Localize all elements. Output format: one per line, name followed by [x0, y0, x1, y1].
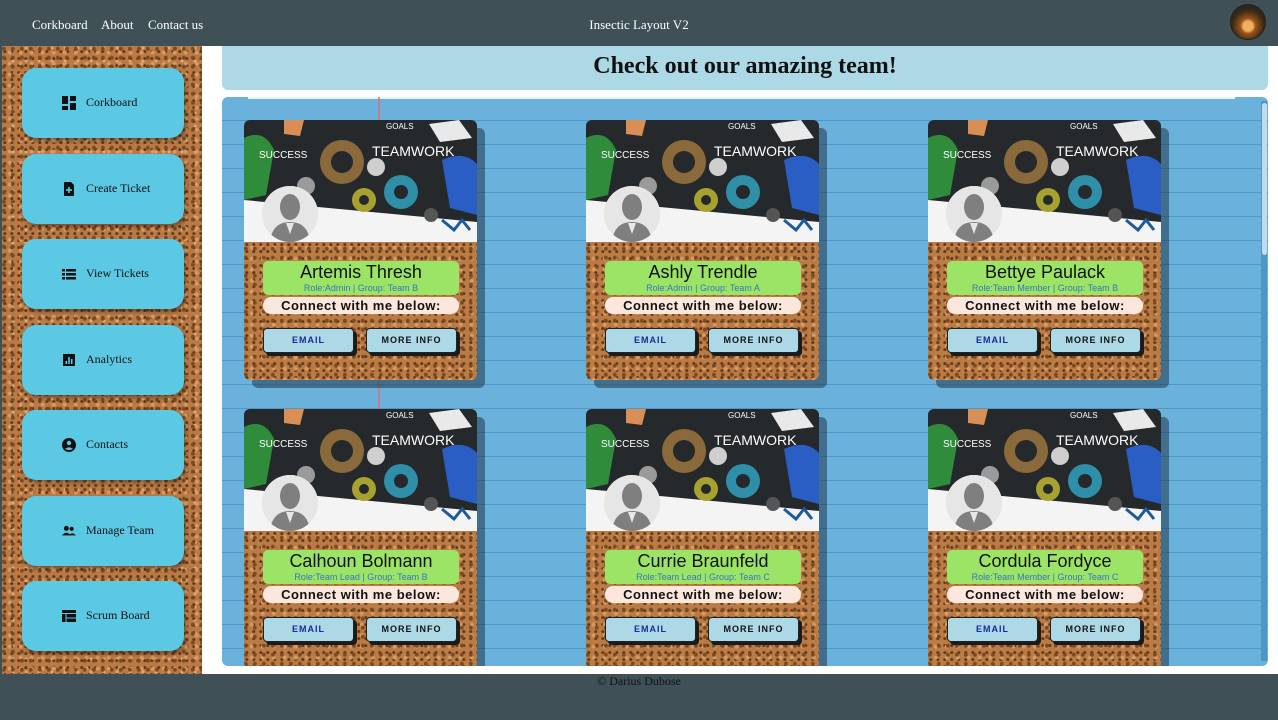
team-member-card: TEAMWORK SUCCESS GOALS Cordula Fordyce R… [928, 409, 1161, 666]
svg-text:SUCCESS: SUCCESS [601, 150, 650, 161]
sidebar-item-create-ticket[interactable]: Create Ticket [22, 154, 184, 224]
member-name-box: Artemis Thresh Role:Admin | Group: Team … [263, 261, 459, 295]
profile-picture [262, 475, 318, 531]
svg-text:TEAMWORK: TEAMWORK [372, 432, 455, 448]
connect-label: Connect with me below: [605, 297, 801, 314]
footer: © Darius Dubose [0, 674, 1278, 720]
more-info-button[interactable]: MORE INFO [366, 328, 457, 353]
member-role: Role:Admin | Group: Team A [646, 283, 760, 293]
team-member-card: TEAMWORK SUCCESS GOALS Artemis Thresh Ro… [244, 120, 477, 380]
people-icon [62, 525, 76, 536]
sidebar-item-view-tickets[interactable]: View Tickets [22, 239, 184, 309]
list-icon [62, 269, 76, 280]
profile-picture [262, 186, 318, 242]
file-add-icon [64, 182, 74, 196]
sidebar-item-manage-team[interactable]: Manage Team [22, 496, 184, 566]
svg-text:TEAMWORK: TEAMWORK [372, 143, 455, 159]
member-name: Artemis Thresh [300, 262, 422, 282]
sidebar-item-scrum-board[interactable]: Scrum Board [22, 581, 184, 651]
scrollbar-thumb[interactable] [1262, 103, 1267, 255]
member-role: Role:Admin | Group: Team B [303, 283, 419, 293]
profile-picture [946, 475, 1002, 531]
svg-text:TEAMWORK: TEAMWORK [1056, 143, 1139, 159]
svg-text:GOALS: GOALS [386, 411, 414, 420]
top-navbar: Corkboard About Contact us Insectic Layo… [0, 0, 1278, 46]
user-avatar[interactable] [1230, 4, 1266, 40]
email-button[interactable]: EMAIL [263, 328, 354, 353]
member-name-box: Currie Braunfeld Role:Team Lead | Group:… [605, 550, 801, 584]
team-member-card: TEAMWORK SUCCESS GOALS Currie Braunfeld … [586, 409, 819, 666]
svg-text:SUCCESS: SUCCESS [259, 439, 308, 450]
connect-label: Connect with me below: [947, 586, 1143, 603]
svg-text:TEAMWORK: TEAMWORK [714, 432, 797, 448]
more-info-button[interactable]: MORE INFO [1050, 617, 1141, 642]
email-button[interactable]: EMAIL [263, 617, 354, 642]
more-info-button[interactable]: MORE INFO [1050, 328, 1141, 353]
email-button[interactable]: EMAIL [605, 328, 696, 353]
member-name-box: Calhoun Bolmann Role:Team Lead | Group: … [263, 550, 459, 584]
sidebar-item-label: Create Ticket [86, 181, 151, 195]
sidebar-item-label: Manage Team [86, 523, 154, 537]
member-role: Role:Team Member | Group: Team B [971, 283, 1119, 293]
sidebar-item-label: View Tickets [86, 266, 149, 280]
connect-label: Connect with me below: [947, 297, 1143, 314]
member-name-box: Bettye Paulack Role:Team Member | Group:… [947, 261, 1143, 295]
member-name: Calhoun Bolmann [289, 551, 433, 571]
svg-text:GOALS: GOALS [1070, 122, 1098, 131]
team-member-card: TEAMWORK SUCCESS GOALS Calhoun Bolmann R… [244, 409, 477, 666]
footer-copyright: © Darius Dubose [597, 674, 681, 688]
member-name: Bettye Paulack [984, 262, 1106, 282]
sidebar-item-contacts[interactable]: Contacts [22, 410, 184, 480]
member-name-box: Ashly Trendle Role:Admin | Group: Team A [605, 261, 801, 295]
member-role: Role:Team Lead | Group: Team C [636, 572, 770, 582]
sidebar-item-label: Corkboard [86, 95, 138, 109]
connect-label: Connect with me below: [605, 586, 801, 603]
svg-text:GOALS: GOALS [1070, 411, 1098, 420]
svg-text:SUCCESS: SUCCESS [943, 150, 992, 161]
account-circle-icon [62, 438, 76, 452]
member-role: Role:Team Lead | Group: Team B [294, 572, 428, 582]
connect-label: Connect with me below: [263, 297, 459, 314]
email-button[interactable]: EMAIL [947, 617, 1038, 642]
email-button[interactable]: EMAIL [605, 617, 696, 642]
sidebar: Corkboard Create Ticket View Tickets Ana… [2, 46, 202, 674]
page-title: Check out our amazing team! [593, 53, 897, 79]
connect-label: Connect with me below: [263, 586, 459, 603]
svg-text:SUCCESS: SUCCESS [943, 439, 992, 450]
member-name: Ashly Trendle [648, 262, 758, 282]
chart-icon [63, 354, 75, 366]
sidebar-item-corkboard[interactable]: Corkboard [22, 68, 184, 138]
more-info-button[interactable]: MORE INFO [366, 617, 457, 642]
panel-top-edge [248, 97, 1235, 99]
more-info-button[interactable]: MORE INFO [708, 617, 799, 642]
sidebar-item-label: Contacts [86, 437, 128, 451]
profile-picture [946, 186, 1002, 242]
team-panel: TEAMWORK SUCCESS GOALS Artemis Thresh Ro… [222, 97, 1268, 666]
brand-title: Insectic Layout V2 [589, 17, 689, 32]
page-header: Check out our amazing team! [222, 46, 1268, 90]
member-role: Role:Team Member | Group: Team C [971, 572, 1119, 582]
table-icon [62, 610, 76, 622]
email-button[interactable]: EMAIL [947, 328, 1038, 353]
member-name: Currie Braunfeld [637, 551, 769, 571]
svg-text:GOALS: GOALS [728, 411, 756, 420]
svg-text:TEAMWORK: TEAMWORK [714, 143, 797, 159]
team-member-card: TEAMWORK SUCCESS GOALS Ashly Trendle Rol… [586, 120, 819, 380]
svg-text:GOALS: GOALS [728, 122, 756, 131]
profile-picture [604, 186, 660, 242]
dashboard-icon [62, 96, 76, 110]
svg-text:SUCCESS: SUCCESS [601, 439, 650, 450]
sidebar-item-label: Scrum Board [86, 608, 150, 622]
member-name: Cordula Fordyce [978, 551, 1112, 571]
sidebar-item-label: Analytics [86, 352, 132, 366]
more-info-button[interactable]: MORE INFO [708, 328, 799, 353]
svg-text:SUCCESS: SUCCESS [259, 150, 308, 161]
svg-text:GOALS: GOALS [386, 122, 414, 131]
svg-text:TEAMWORK: TEAMWORK [1056, 432, 1139, 448]
member-name-box: Cordula Fordyce Role:Team Member | Group… [947, 550, 1143, 584]
sidebar-item-analytics[interactable]: Analytics [22, 325, 184, 395]
profile-picture [604, 475, 660, 531]
team-member-card: TEAMWORK SUCCESS GOALS Bettye Paulack Ro… [928, 120, 1161, 380]
